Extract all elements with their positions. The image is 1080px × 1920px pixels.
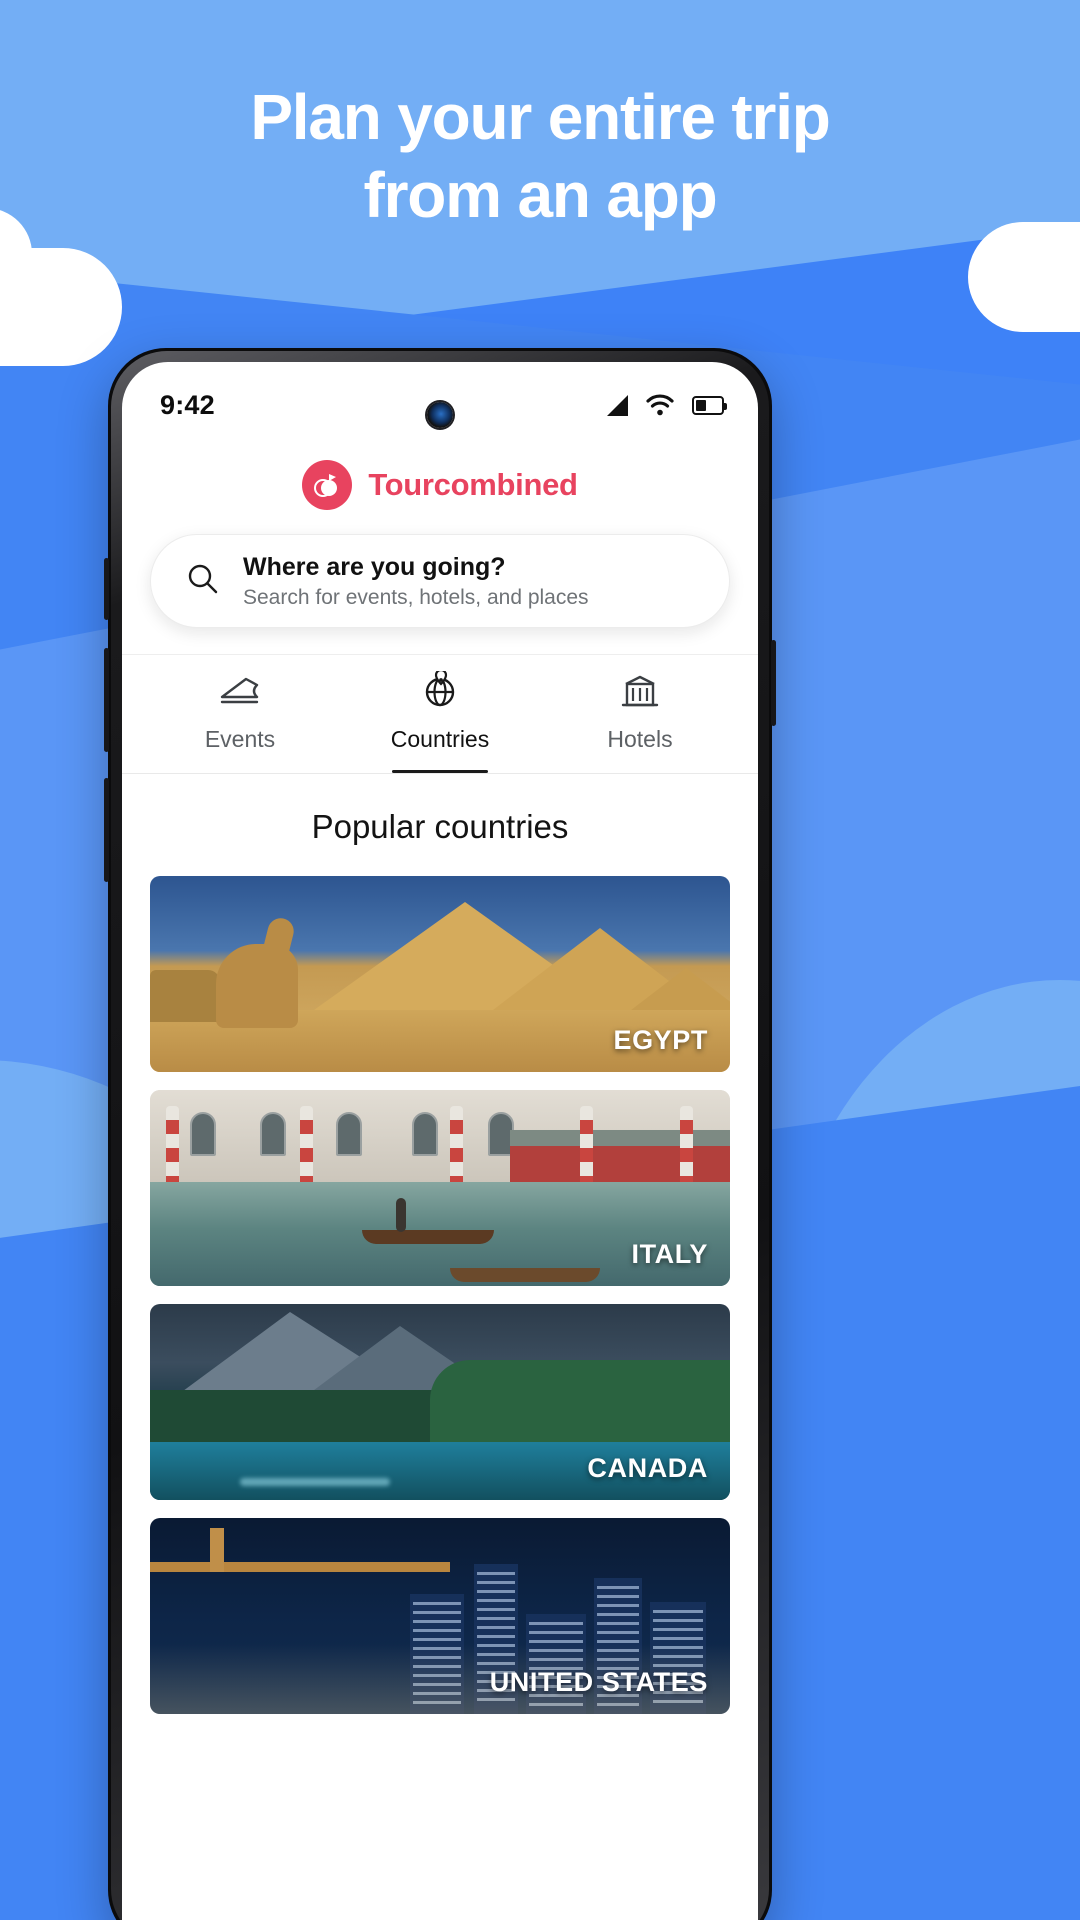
gondolier-shape [396, 1198, 406, 1232]
promo-stage: Plan your entire trip from an app 9:42 T… [0, 0, 1080, 1920]
window-shape [412, 1112, 438, 1156]
tourcombined-logo-icon [302, 460, 353, 510]
phone-button-silent[interactable] [104, 558, 109, 620]
country-card-canada[interactable]: CANADA [150, 1304, 730, 1500]
window-shape [190, 1112, 216, 1156]
country-card-label: UNITED STATES [489, 1667, 708, 1697]
country-card-label: CANADA [587, 1453, 708, 1483]
page-title: Popular countries [311, 808, 569, 845]
forest-shape [430, 1360, 730, 1452]
window-shape [336, 1112, 362, 1156]
signal-icon [607, 394, 628, 416]
search-icon [185, 561, 221, 602]
battery-icon [692, 395, 727, 415]
search-section: Where are you going? Search for events, … [122, 534, 758, 654]
tab-countries-label: Countries [390, 726, 490, 752]
country-card-label: ITALY [631, 1239, 708, 1269]
app-brand-name: Tourcombined [368, 467, 578, 502]
search-subtitle: Search for events, hotels, and places [243, 585, 589, 609]
main-content: Popular countries EGYPT ITALY CANADA UNI… [122, 774, 758, 1714]
building-icon [616, 671, 664, 716]
lake-reflection [240, 1478, 390, 1486]
wifi-icon [646, 394, 674, 416]
country-card-label: EGYPT [613, 1025, 708, 1055]
promo-headline: Plan your entire trip from an app [250, 81, 831, 232]
cloud-icon-right [968, 222, 1080, 332]
bridge-shape [150, 1528, 450, 1572]
phone-mockup: 9:42 Tourcombined Where are you going? S… [104, 348, 776, 1920]
gondola-shape [362, 1230, 494, 1244]
tab-hotels[interactable]: Hotels [540, 671, 740, 773]
boat-shape [450, 1268, 600, 1282]
phone-button-volume-down[interactable] [104, 778, 109, 882]
search-texts: Where are you going? Search for events, … [243, 553, 589, 610]
country-card-egypt[interactable]: EGYPT [150, 876, 730, 1072]
globe-pin-icon [416, 668, 464, 716]
phone-screen: 9:42 Tourcombined Where are you going? S… [122, 362, 758, 1920]
country-card-list: EGYPT ITALY CANADA UNITED STATES [122, 876, 758, 1714]
phone-button-volume-up[interactable] [104, 648, 109, 752]
status-bar-icons [607, 394, 727, 416]
search-bar[interactable]: Where are you going? Search for events, … [150, 534, 730, 628]
country-card-italy[interactable]: ITALY [150, 1090, 730, 1286]
category-tabs: Events Countries Hotels [122, 654, 758, 774]
phone-button-power[interactable] [771, 640, 776, 726]
tab-events[interactable]: Events [140, 671, 340, 773]
country-card-united-states[interactable]: UNITED STATES [150, 1518, 730, 1714]
cloud-icon-left [0, 208, 122, 366]
front-camera-icon [427, 402, 453, 428]
status-bar: 9:42 [122, 362, 758, 448]
window-shape [260, 1112, 286, 1156]
tab-events-label: Events [204, 726, 276, 752]
search-input[interactable]: Where are you going? [243, 553, 589, 582]
tab-countries[interactable]: Countries [340, 668, 540, 773]
ruin-shape [150, 970, 220, 1022]
status-bar-time: 9:42 [160, 389, 215, 420]
ticket-icon [216, 671, 264, 716]
tab-hotels-label: Hotels [607, 726, 673, 752]
app-brand-bar: Tourcombined [122, 448, 758, 534]
camel-shape [216, 944, 298, 1028]
